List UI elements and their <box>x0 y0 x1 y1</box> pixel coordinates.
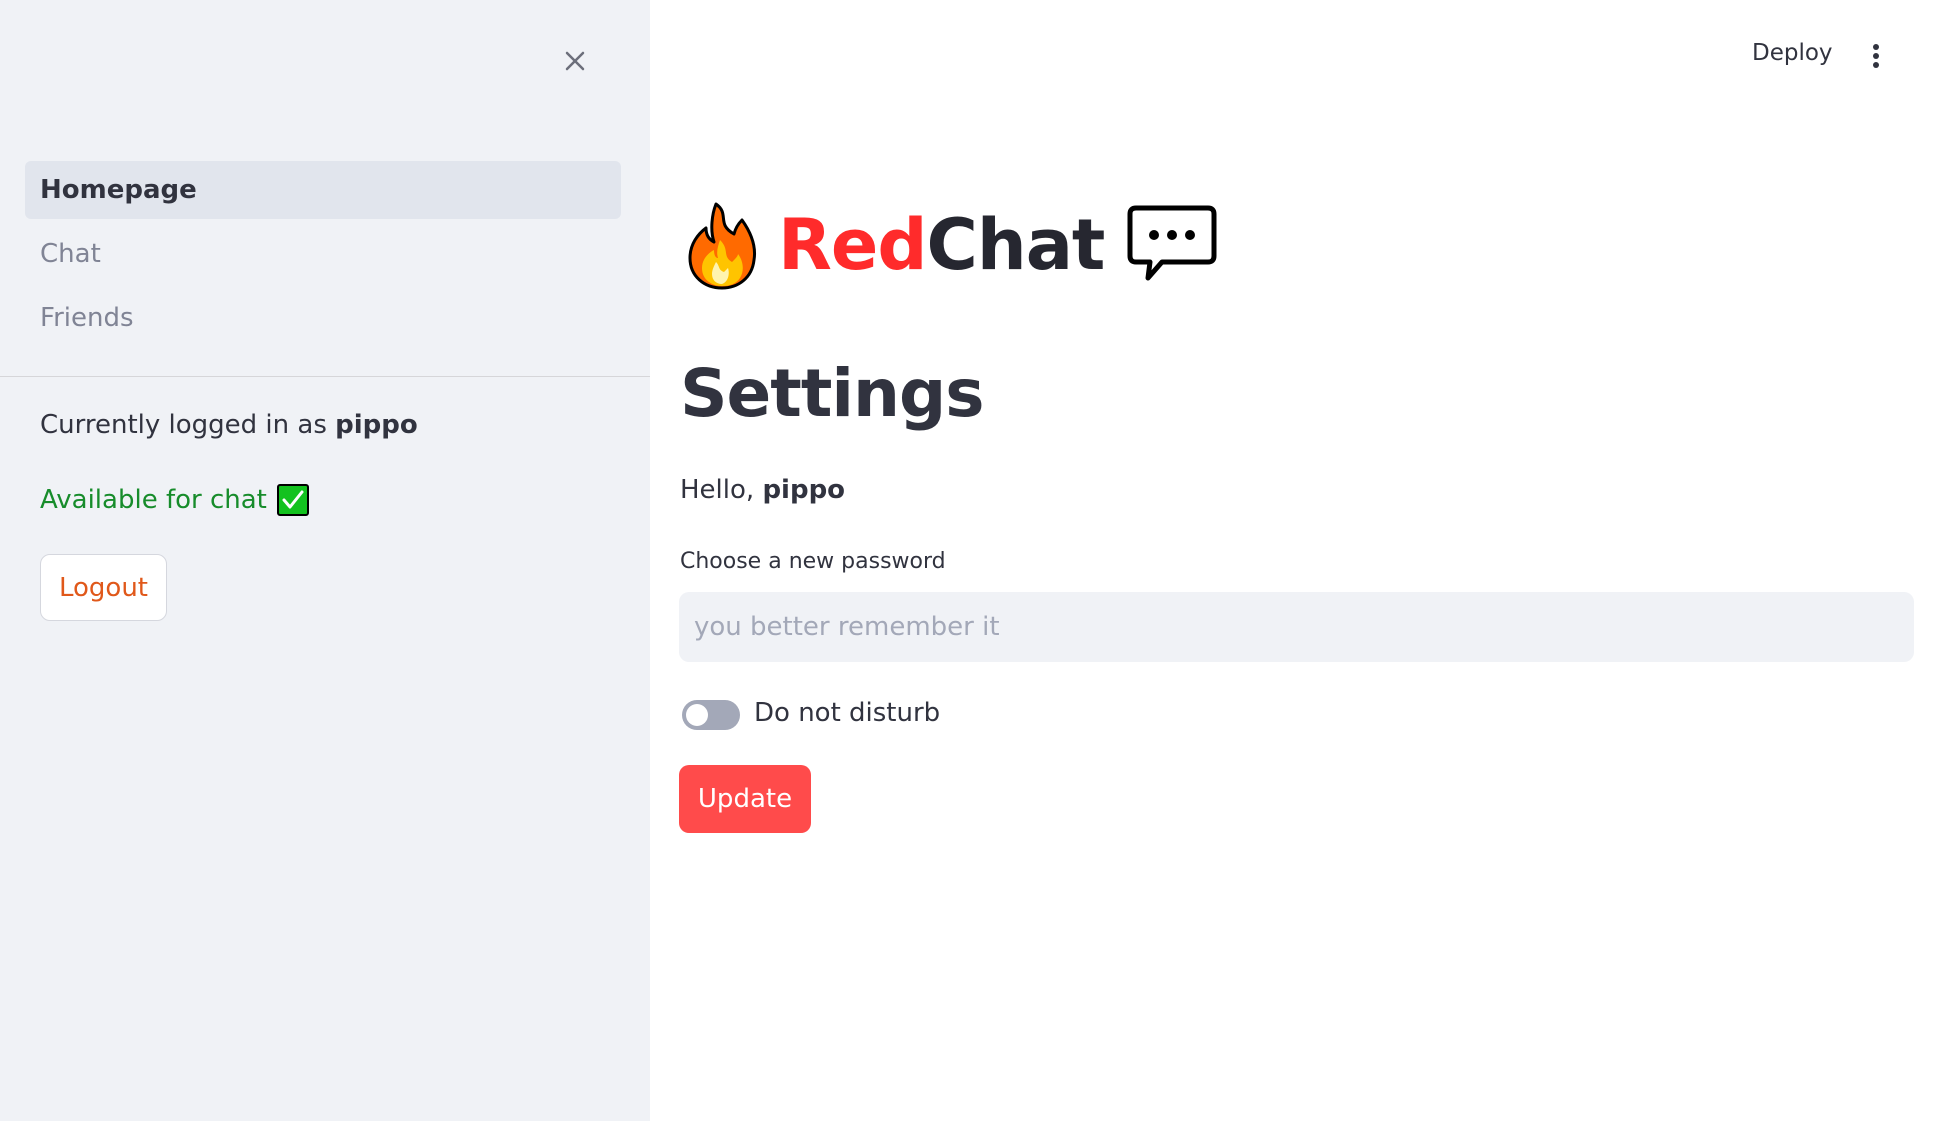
logged-in-username: pippo <box>335 410 418 440</box>
main-menu-button[interactable] <box>1864 40 1888 72</box>
status-text: Available for chat <box>40 485 267 515</box>
sidebar-item-homepage[interactable]: Homepage <box>25 161 621 219</box>
brand-dark-part: Chat <box>926 204 1105 286</box>
sidebar-divider <box>0 376 650 377</box>
do-not-disturb-toggle[interactable] <box>682 700 740 730</box>
brand-header: RedChat <box>686 197 1218 293</box>
more-vertical-icon <box>1873 44 1879 50</box>
sidebar-nav: Homepage Chat Friends <box>25 161 621 353</box>
greeting: Hello, pippo <box>680 475 845 505</box>
toggle-label: Do not disturb <box>754 698 941 728</box>
update-button[interactable]: Update <box>679 765 811 833</box>
fire-icon <box>688 202 756 290</box>
sidebar-item-label: Chat <box>40 239 101 269</box>
availability-status: Available for chat <box>40 484 309 516</box>
logged-in-prefix: Currently logged in as <box>40 410 336 440</box>
brand-red-part: Red <box>778 204 927 286</box>
sidebar-item-label: Friends <box>40 303 134 333</box>
greeting-prefix: Hello, <box>680 475 763 505</box>
sidebar-item-label: Homepage <box>40 175 197 205</box>
password-label: Choose a new password <box>680 549 946 574</box>
speech-bubble-icon <box>1127 205 1217 281</box>
toggle-knob <box>686 704 708 726</box>
logged-in-text: Currently logged in as pippo <box>40 410 418 440</box>
close-icon <box>565 51 585 71</box>
sidebar: Homepage Chat Friends Currently logged i… <box>0 0 650 1121</box>
sidebar-item-chat[interactable]: Chat <box>25 225 621 283</box>
deploy-button[interactable]: Deploy <box>1752 40 1833 66</box>
greeting-username: pippo <box>762 475 846 505</box>
page-title: Settings <box>680 355 985 432</box>
check-box-icon <box>276 484 309 516</box>
password-input[interactable] <box>679 592 1914 662</box>
close-sidebar-button[interactable] <box>557 43 593 79</box>
logout-button[interactable]: Logout <box>40 554 167 621</box>
brand-title: RedChat <box>778 204 1105 286</box>
sidebar-item-friends[interactable]: Friends <box>25 289 621 347</box>
